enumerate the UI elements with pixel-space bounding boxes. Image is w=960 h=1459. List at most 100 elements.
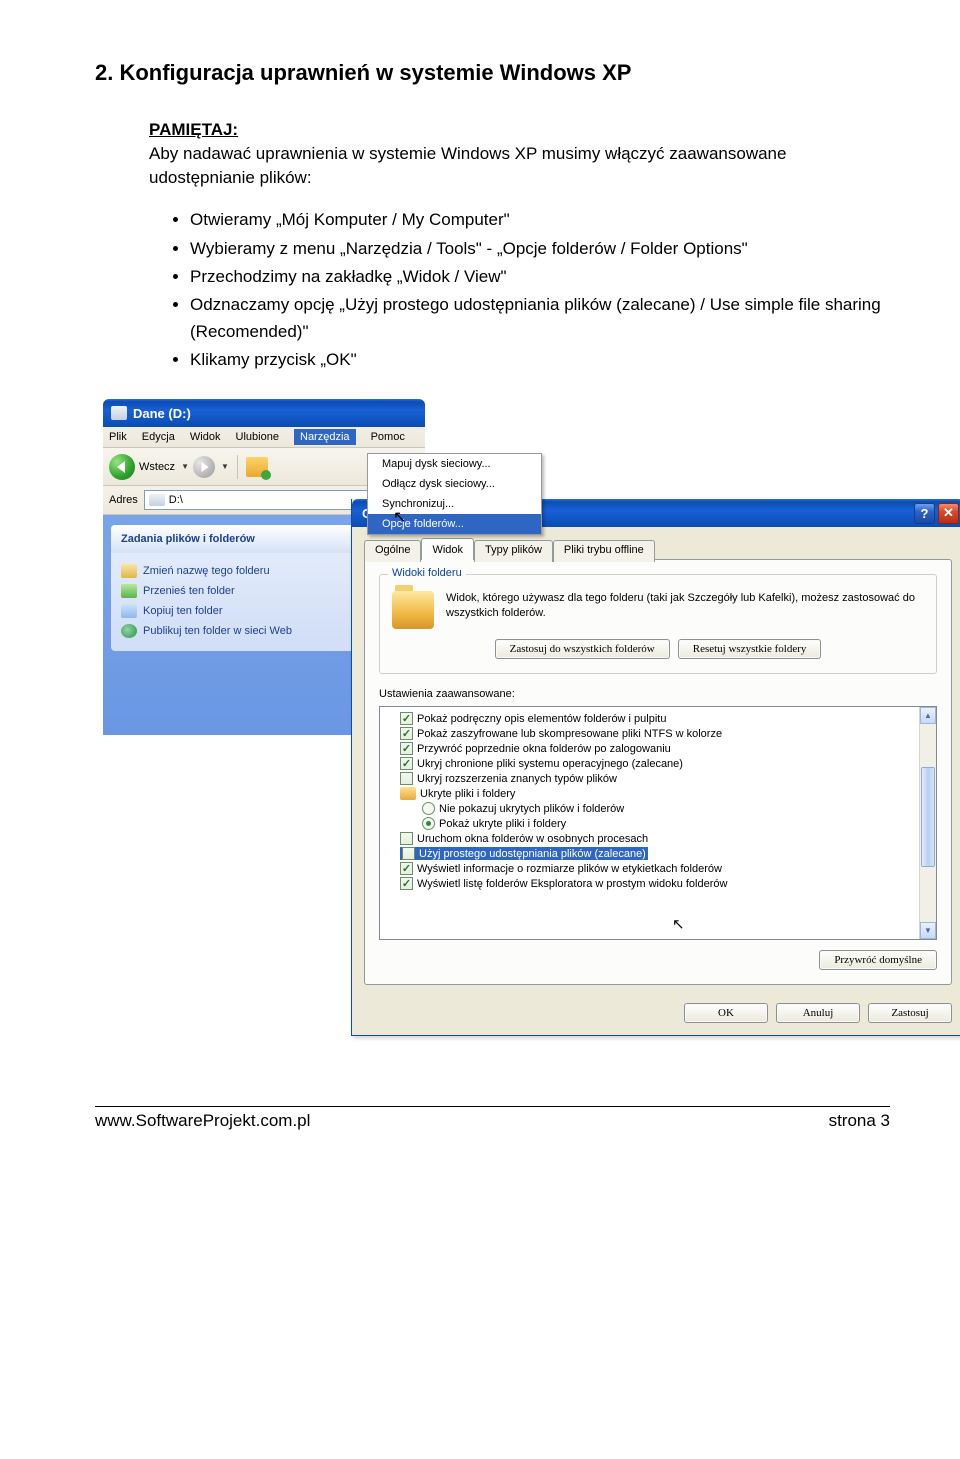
folder-icon xyxy=(392,591,434,629)
tree-item[interactable]: ✓ Ukryj rozszerzenia znanych typów plików xyxy=(384,771,919,786)
dialog-footer: OK Anuluj Zastosuj xyxy=(352,997,960,1035)
tree-label: Wyświetl listę folderów Eksploratora w p… xyxy=(417,878,727,890)
ok-button[interactable]: OK xyxy=(684,1003,768,1023)
advanced-settings-label: Ustawienia zaawansowane: xyxy=(379,688,937,700)
help-button[interactable]: ? xyxy=(914,503,935,524)
folder-views-group: Widoki folderu Widok, którego używasz dl… xyxy=(379,574,937,674)
tabpanel-widok: Widoki folderu Widok, którego używasz dl… xyxy=(364,559,952,985)
tree-item[interactable]: Pokaż ukryte pliki i foldery xyxy=(384,816,919,831)
checkbox-icon[interactable]: ✓ xyxy=(400,757,413,770)
folder-up-icon[interactable] xyxy=(246,457,268,477)
page-footer: www.SoftwareProjekt.com.pl strona 3 xyxy=(95,1106,890,1131)
address-value: D:\ xyxy=(169,494,183,506)
footer-page: strona 3 xyxy=(829,1111,890,1131)
checkbox-icon[interactable]: ✓ xyxy=(400,712,413,725)
folder-views-text: Widok, którego używasz dla tego folderu … xyxy=(446,591,924,629)
tree-item[interactable]: Ukryte pliki i foldery xyxy=(384,786,919,801)
close-button[interactable]: ✕ xyxy=(938,503,959,524)
tree-label: Uruchom okna folderów w osobnych procesa… xyxy=(417,833,648,845)
back-label: Wstecz xyxy=(139,461,175,473)
menu-plik[interactable]: Plik xyxy=(109,431,127,443)
menu-widok[interactable]: Widok xyxy=(190,431,221,443)
steps-list: Otwieramy „Mój Komputer / My Computer" W… xyxy=(190,207,890,373)
tree-item[interactable]: ✓ Pokaż zaszyfrowane lub skompresowane pl… xyxy=(384,726,919,741)
list-item: Wybieramy z menu „Narzędzia / Tools" - „… xyxy=(190,236,890,262)
list-item: Przechodzimy na zakładkę „Widok / View" xyxy=(190,264,890,290)
cursor-icon: ↖ xyxy=(393,507,406,527)
restore-defaults-button[interactable]: Przywróć domyślne xyxy=(819,950,937,970)
tree-item[interactable]: Nie pokazuj ukrytych plików i folderów xyxy=(384,801,919,816)
tree-label: Wyświetl informacje o rozmiarze plików w… xyxy=(417,863,722,875)
group-label: Widoki folderu xyxy=(388,567,466,579)
tree-label: Nie pokazuj ukrytych plików i folderów xyxy=(439,803,624,815)
menu-edycja[interactable]: Edycja xyxy=(142,431,175,443)
scroll-up-button[interactable]: ▲ xyxy=(920,707,936,724)
apply-button[interactable]: Zastosuj xyxy=(868,1003,952,1023)
intro-paragraph: PAMIĘTAJ: Aby nadawać uprawnienia w syst… xyxy=(149,118,890,189)
tree-label: Pokaż podręczny opis elementów folderów … xyxy=(417,713,666,725)
checkbox-icon[interactable]: ✓ xyxy=(402,847,415,860)
checkbox-icon[interactable]: ✓ xyxy=(400,832,413,845)
tree-label: Ukryj rozszerzenia znanych typów plików xyxy=(417,773,617,785)
chevron-down-icon[interactable]: ▼ xyxy=(221,462,229,471)
checkbox-icon[interactable]: ✓ xyxy=(400,862,413,875)
checkbox-icon[interactable]: ✓ xyxy=(400,742,413,755)
menu-item-disconnect-drive[interactable]: Odłącz dysk sieciowy... xyxy=(368,474,541,494)
radio-icon[interactable] xyxy=(422,817,435,830)
tree-label: Pokaż zaszyfrowane lub skompresowane pli… xyxy=(417,728,722,740)
intro-text: Aby nadawać uprawnienia w systemie Windo… xyxy=(149,144,786,187)
explorer-menubar[interactable]: Plik Edycja Widok Ulubione Narzędzia Pom… xyxy=(103,427,425,448)
checkbox-icon[interactable]: ✓ xyxy=(400,727,413,740)
tab-widok[interactable]: Widok xyxy=(421,538,474,560)
menu-ulubione[interactable]: Ulubione xyxy=(236,431,279,443)
apply-all-folders-button[interactable]: Zastosuj do wszystkich folderów xyxy=(495,639,670,659)
radio-icon[interactable] xyxy=(422,802,435,815)
menu-pomoc[interactable]: Pomoc xyxy=(371,431,405,443)
folder-options-dialog: Opcje folderów ? ✕ Ogólne Widok Typy pli… xyxy=(351,499,960,1036)
task-label: Zmień nazwę tego folderu xyxy=(143,565,270,577)
scroll-thumb[interactable] xyxy=(921,767,935,867)
tree-item[interactable]: ✓ Pokaż podręczny opis elementów folderów… xyxy=(384,711,919,726)
task-label: Przenieś ten folder xyxy=(143,585,235,597)
back-button[interactable]: Wstecz ▼ xyxy=(109,454,189,480)
tree-item[interactable]: ✓ Wyświetl informacje o rozmiarze plików … xyxy=(384,861,919,876)
address-label: Adres xyxy=(109,494,138,506)
advanced-settings-tree[interactable]: ✓ Pokaż podręczny opis elementów folderów… xyxy=(379,706,937,940)
tree-item[interactable]: ✓Ukryj chronione pliki systemu operacyjn… xyxy=(384,756,919,771)
checkbox-icon[interactable]: ✓ xyxy=(400,877,413,890)
list-item: Otwieramy „Mój Komputer / My Computer" xyxy=(190,207,890,233)
checkbox-icon[interactable]: ✓ xyxy=(400,772,413,785)
tree-item[interactable]: ✓ Przywróć poprzednie okna folderów po za… xyxy=(384,741,919,756)
tree-item[interactable]: ✓Użyj prostego udostępniania plików (zal… xyxy=(384,846,919,861)
reset-all-folders-button[interactable]: Resetuj wszystkie foldery xyxy=(678,639,822,659)
tree-label: Pokaż ukryte pliki i foldery xyxy=(439,818,566,830)
chevron-down-icon: ▼ xyxy=(181,462,189,471)
menu-item-map-drive[interactable]: Mapuj dysk sieciowy... xyxy=(368,454,541,474)
explorer-title: Dane (D:) xyxy=(133,406,191,421)
dialog-tabs: Ogólne Widok Typy plików Pliki trybu off… xyxy=(364,538,952,560)
tasks-header-label: Zadania plików i folderów xyxy=(121,533,255,545)
cancel-button[interactable]: Anuluj xyxy=(776,1003,860,1023)
tab-ogolne[interactable]: Ogólne xyxy=(364,540,421,562)
scroll-down-button[interactable]: ▼ xyxy=(920,922,936,939)
forward-button[interactable] xyxy=(193,456,215,478)
separator xyxy=(237,455,238,479)
publish-icon xyxy=(121,624,137,638)
drive-icon xyxy=(111,406,127,420)
drive-icon xyxy=(149,494,165,506)
tree-item[interactable]: ✓ Uruchom okna folderów w osobnych proces… xyxy=(384,831,919,846)
explorer-titlebar[interactable]: Dane (D:) xyxy=(103,399,425,427)
folder-icon xyxy=(400,787,416,800)
menu-narzedzia[interactable]: Narzędzia xyxy=(294,429,356,445)
rename-icon xyxy=(121,564,137,578)
scrollbar[interactable]: ▲ ▼ xyxy=(919,707,936,939)
tree-item[interactable]: ✓ Wyświetl listę folderów Eksploratora w … xyxy=(384,876,919,891)
task-label: Publikuj ten folder w sieci Web xyxy=(143,625,292,637)
tree-label: Ukryte pliki i foldery xyxy=(420,788,515,800)
move-icon xyxy=(121,584,137,598)
back-icon xyxy=(109,454,135,480)
tab-typy-plikow[interactable]: Typy plików xyxy=(474,540,553,562)
tree-label: Przywróć poprzednie okna folderów po zal… xyxy=(417,743,671,755)
tab-pliki-offline[interactable]: Pliki trybu offline xyxy=(553,540,655,562)
task-label: Kopiuj ten folder xyxy=(143,605,223,617)
